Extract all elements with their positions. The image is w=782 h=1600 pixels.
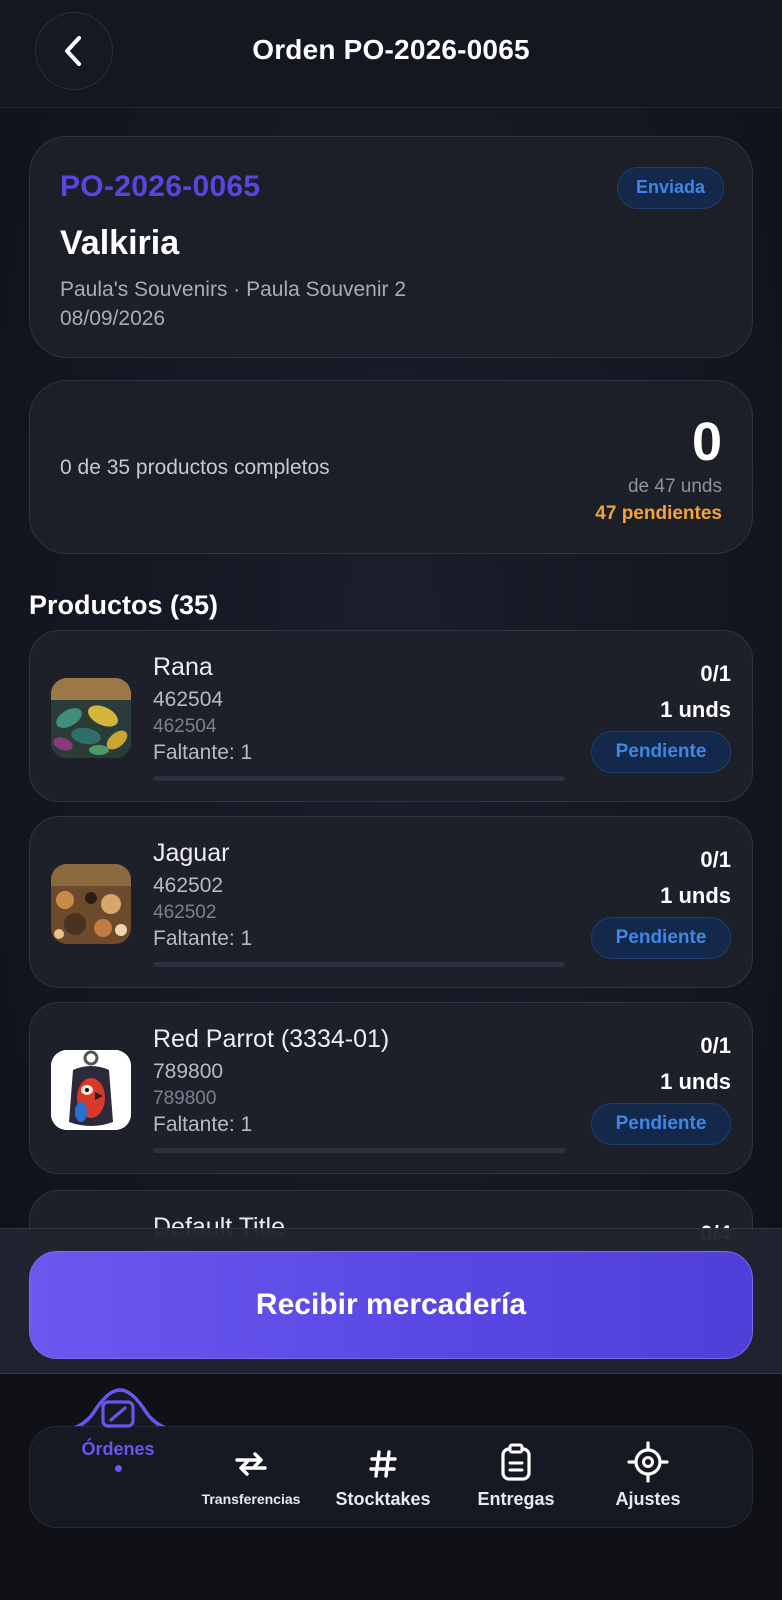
transfer-arrows-icon [235,1452,267,1476]
tab-stocktakes[interactable]: Stocktakes [328,1427,438,1529]
tab-label: Stocktakes [335,1489,431,1509]
products-section-title: Productos (35) [29,590,219,620]
order-code: PO-2026-0065 [60,170,261,203]
product-sku: 789800 [153,1060,224,1083]
frog-tropical-pattern-image [51,678,131,758]
receiving-summary-card: 0 de 35 productos completos 0 de 47 unds… [29,380,753,554]
product-received-count: 0/1 [700,1033,731,1058]
product-thumbnail [51,678,131,758]
tab-entregas[interactable]: Entregas [466,1427,566,1529]
product-name: Rana [153,653,213,681]
product-barcode: 789800 [153,1088,217,1109]
product-name: Red Parrot (3334-01) [153,1025,390,1053]
product-sku: 462504 [153,688,224,711]
product-status-badge: Pendiente [591,731,731,773]
product-missing: Faltante: 1 [153,741,253,764]
order-info-card: PO-2026-0065 Enviada Valkiria Paula's So… [29,136,753,358]
received-units-count: 0 [691,412,722,472]
tab-label: Transferencias [201,1491,301,1507]
product-status-badge: Pendiente [591,917,731,959]
top-header: Orden PO-2026-0065 [0,0,782,108]
active-dot [115,1465,122,1472]
total-units-text: de 47 unds [627,476,722,497]
hash-icon [369,1450,397,1478]
jaguar-pattern-image [51,864,131,944]
order-date: 08/09/2026 [60,307,166,330]
tab-label: Ajustes [615,1489,681,1509]
clipboard-icon [501,1443,531,1481]
pending-units-text: 47 pendientes [595,503,722,524]
page-title: Orden PO-2026-0065 [252,34,530,65]
app-root: { "header": { "title": "Orden PO-2026-00… [0,0,782,1600]
orders-icon [101,1400,135,1428]
product-received-count: 0/1 [700,847,731,872]
product-missing: Faltante: 1 [153,1113,253,1136]
product-missing: Faltante: 1 [153,927,253,950]
receive-goods-button[interactable]: Recibir mercadería [29,1251,753,1359]
product-card[interactable]: Red Parrot (3334-01) 789800 789800 Falta… [29,1002,753,1174]
product-progress-bar [153,962,565,967]
product-received-count: 0/1 [700,661,731,686]
product-units: 1 unds [660,883,731,908]
product-progress-bar [153,776,565,781]
action-bar: Recibir mercadería [0,1228,782,1374]
product-progress-bar [153,1148,565,1153]
bottom-tab-bar: Órdenes Transferencias Stocktakes Entreg… [29,1400,753,1529]
product-sku: 462502 [153,874,224,897]
supplier-name: Valkiria [60,224,180,262]
tab-label: Entregas [477,1489,555,1509]
red-parrot-image [51,1050,131,1130]
product-status-badge: Pendiente [591,1103,731,1145]
product-units: 1 unds [660,697,731,722]
tab-transferencias[interactable]: Transferencias [190,1427,312,1529]
completed-products-text: 0 de 35 productos completos [60,456,330,479]
settings-target-icon [627,1441,669,1483]
status-badge: Enviada [616,167,724,209]
store-info: Paula's Souvenirs · Paula Souvenir 2 [60,278,407,301]
product-thumbnail [51,864,131,944]
product-barcode: 462504 [153,716,217,737]
product-card[interactable]: Jaguar 462502 462502 Faltante: 1 0/1 1 u… [29,816,753,988]
tab-ordenes[interactable]: Órdenes [68,1400,168,1529]
product-units: 1 unds [660,1069,731,1094]
tab-ajustes[interactable]: Ajustes [598,1427,698,1529]
product-card[interactable]: Rana 462504 462504 Faltante: 1 0/1 1 und… [29,630,753,802]
product-barcode: 462502 [153,902,217,923]
product-thumbnail [51,1050,131,1130]
product-name: Jaguar [153,839,230,867]
tab-label: Órdenes [81,1439,155,1459]
